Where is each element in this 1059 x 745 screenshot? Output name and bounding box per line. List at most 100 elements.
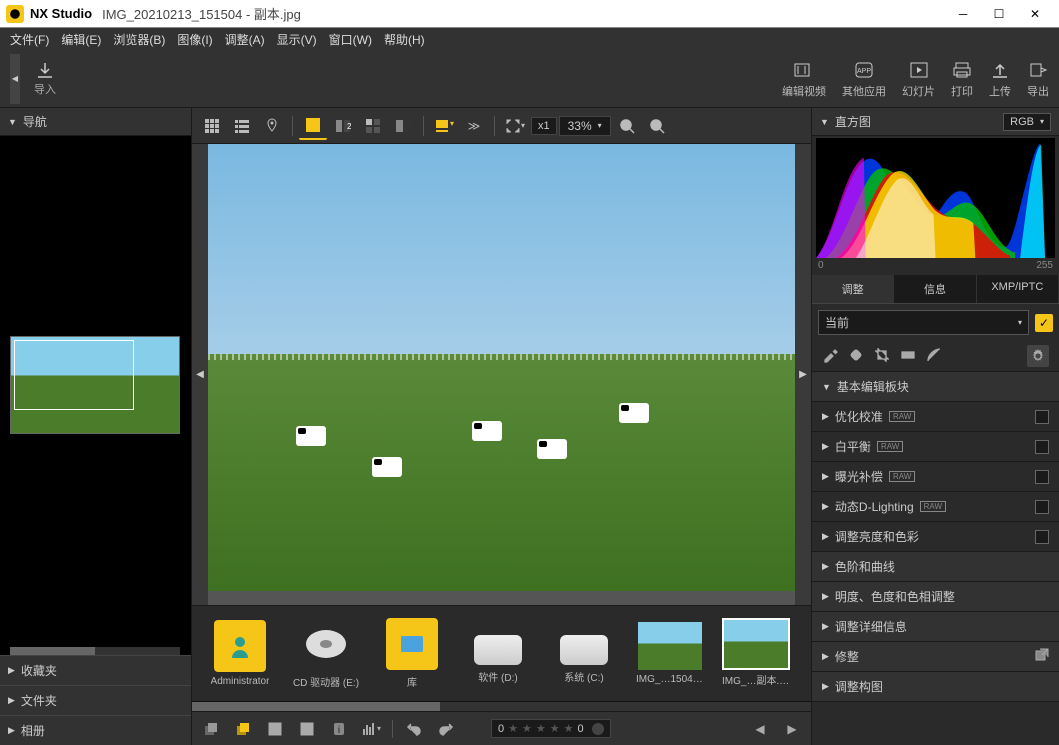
gear-icon[interactable] [1027, 345, 1049, 367]
window-maximize-button[interactable]: ☐ [981, 0, 1017, 28]
list-view-icon[interactable] [228, 112, 256, 140]
composition-section[interactable]: ▶调整构图 [812, 672, 1059, 701]
histogram-toggle-icon[interactable]: ▾ [358, 716, 384, 742]
filmstrip-item-drive-c[interactable]: 系统 (C:) [550, 623, 618, 684]
filmstrip-item-library[interactable]: 库 [378, 618, 446, 689]
lch-section[interactable]: ▶明度、色度和色相调整 [812, 582, 1059, 611]
fit-screen-icon[interactable]: ▾ [501, 112, 529, 140]
window-close-button[interactable]: ✕ [1017, 0, 1053, 28]
zoom-x1-button[interactable]: x1 [531, 117, 557, 135]
white-balance-section[interactable]: ▶白平衡RAW [812, 432, 1059, 461]
grid-overlay-icon[interactable] [294, 716, 320, 742]
undo-icon[interactable] [401, 716, 427, 742]
image-viewer[interactable] [208, 144, 795, 605]
checkbox[interactable] [1035, 410, 1049, 424]
edit-video-button[interactable]: 编辑视频 [782, 59, 826, 99]
navigator-scrollbar[interactable] [10, 647, 180, 655]
external-edit-icon[interactable] [1035, 648, 1049, 665]
stack-yellow-icon[interactable] [230, 716, 256, 742]
heal-icon[interactable] [848, 347, 864, 366]
stack-dark-icon[interactable] [198, 716, 224, 742]
menu-edit[interactable]: 编辑(E) [55, 29, 107, 50]
info-icon[interactable]: i [326, 716, 352, 742]
compare-4-icon[interactable] [359, 112, 387, 140]
filmstrip-item-administrator[interactable]: Administrator [206, 620, 274, 687]
detail-section[interactable]: ▶调整详细信息 [812, 612, 1059, 641]
folders-section[interactable]: ▶文件夹 [0, 685, 191, 715]
slideshow-button[interactable]: 幻灯片 [902, 59, 935, 99]
other-apps-button[interactable]: APP其他应用 [842, 59, 886, 99]
filmstrip-bottom-icon[interactable]: ▾ [430, 112, 458, 140]
upload-button[interactable]: 上传 [989, 59, 1011, 99]
filmstrip-item-cd[interactable]: CD 驱动器 (E:) [292, 618, 360, 689]
prev-image-button[interactable]: ◀ [192, 144, 208, 605]
next-page-icon[interactable]: ▶ [779, 716, 805, 742]
crop-icon[interactable] [874, 347, 890, 366]
filmstrip-item-img1[interactable]: IMG_…1504.jpg [636, 622, 704, 685]
tab-adjust[interactable]: 调整 [812, 275, 894, 303]
left-panel: ▼导航 ▶收藏夹 ▶文件夹 ▶相册 [0, 108, 192, 745]
svg-text:APP: APP [857, 68, 871, 75]
filmstrip-item-img2[interactable]: IMG_…副本.jpg [722, 620, 790, 687]
photo-thumbnail-selected [724, 620, 788, 668]
histogram-header[interactable]: ▼直方图 RGB▾ [812, 108, 1059, 136]
filmstrip-item-drive-d[interactable]: 软件 (D:) [464, 623, 532, 684]
window-minimize-button[interactable]: ─ [945, 0, 981, 28]
compare-2-icon[interactable]: 2 [329, 112, 357, 140]
navigator-area[interactable] [0, 136, 191, 655]
adjustment-tool-row [812, 341, 1059, 372]
single-view-icon[interactable] [299, 112, 327, 140]
menu-window[interactable]: 窗口(W) [323, 29, 378, 50]
exposure-comp-section[interactable]: ▶曝光补偿RAW [812, 462, 1059, 491]
basic-edit-group[interactable]: ▼基本编辑板块 [812, 372, 1059, 401]
zoom-percent-select[interactable]: 33%▾ [559, 116, 611, 136]
collapse-left-tab[interactable]: ◀ [10, 54, 20, 104]
export-button[interactable]: 导出 [1027, 59, 1049, 99]
navigator-viewport-box[interactable] [14, 340, 134, 410]
preset-apply-check[interactable]: ✓ [1035, 314, 1053, 332]
menu-adjust[interactable]: 调整(A) [219, 29, 271, 50]
checkbox[interactable] [1035, 470, 1049, 484]
menu-browser[interactable]: 浏览器(B) [107, 29, 171, 50]
checkbox[interactable] [1035, 500, 1049, 514]
viewer-horizontal-scrollbar[interactable] [208, 591, 795, 605]
zoom-in-icon[interactable] [643, 112, 671, 140]
grid-view-icon[interactable] [198, 112, 226, 140]
map-view-icon[interactable] [258, 112, 286, 140]
straighten-icon[interactable] [900, 347, 916, 366]
curve-icon[interactable] [926, 347, 942, 366]
redo-icon[interactable] [433, 716, 459, 742]
rating-widget[interactable]: 0 ★★★★★ 0 [491, 719, 611, 738]
prev-page-icon[interactable]: ◀ [747, 716, 773, 742]
zoom-out-icon[interactable] [613, 112, 641, 140]
focus-point-icon[interactable] [262, 716, 288, 742]
brightness-color-section[interactable]: ▶调整亮度和色彩 [812, 522, 1059, 551]
navigator-thumbnail[interactable] [10, 336, 180, 434]
preset-select[interactable]: 当前▾ [818, 310, 1029, 335]
print-button[interactable]: 打印 [951, 59, 973, 99]
channel-select[interactable]: RGB▾ [1003, 113, 1051, 131]
favorites-section[interactable]: ▶收藏夹 [0, 655, 191, 685]
nav-panel-header[interactable]: ▼导航 [0, 108, 191, 136]
checkbox[interactable] [1035, 440, 1049, 454]
next-image-button[interactable]: ▶ [795, 144, 811, 605]
d-lighting-section[interactable]: ▶动态D-LightingRAW [812, 492, 1059, 521]
file-name: IMG_20210213_151504 - 副本.jpg [102, 4, 301, 23]
tab-info[interactable]: 信息 [894, 275, 976, 303]
eyedropper-icon[interactable] [822, 347, 838, 366]
filmstrip-scrollbar[interactable] [192, 701, 811, 711]
before-after-icon[interactable] [389, 112, 417, 140]
tab-xmp-iptc[interactable]: XMP/IPTC [977, 275, 1059, 303]
import-button[interactable]: 导入 [26, 59, 64, 99]
checkbox[interactable] [1035, 530, 1049, 544]
menu-image[interactable]: 图像(I) [171, 29, 218, 50]
menu-view[interactable]: 显示(V) [271, 29, 323, 50]
retouch-section[interactable]: ▶修整 [812, 642, 1059, 671]
menu-file[interactable]: 文件(F) [4, 29, 55, 50]
albums-section[interactable]: ▶相册 [0, 715, 191, 745]
more-views-icon[interactable]: ≫ [460, 112, 488, 140]
picture-control-section[interactable]: ▶优化校准RAW [812, 402, 1059, 431]
color-label-dot[interactable] [592, 723, 604, 735]
levels-curves-section[interactable]: ▶色阶和曲线 [812, 552, 1059, 581]
menu-help[interactable]: 帮助(H) [378, 29, 431, 50]
